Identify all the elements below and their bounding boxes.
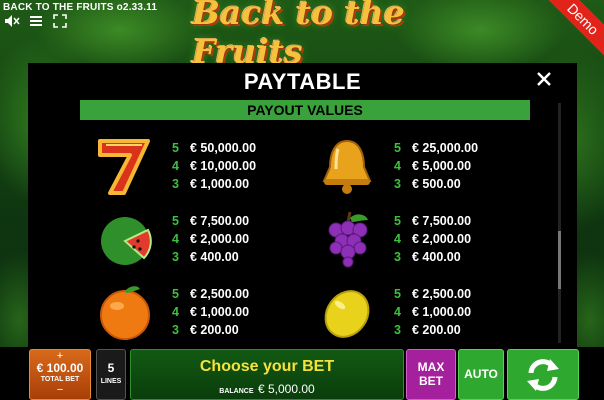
sound-muted-icon[interactable] xyxy=(4,14,20,28)
watermelon-icon xyxy=(101,217,152,265)
pay-row: 4 € 10,000.00 xyxy=(172,157,256,175)
max-bet-label: BET xyxy=(419,374,443,388)
bottom-control-bar: + € 100.00 TOTAL BET − 5 LINES Choose yo… xyxy=(0,347,604,400)
pay-row: 5 € 7,500.00 xyxy=(394,212,471,230)
game-title: BACK TO THE FRUITS xyxy=(3,2,114,13)
total-bet-value: € 100.00 xyxy=(36,361,84,375)
pay-value: € 1,000.00 xyxy=(190,177,250,191)
close-button[interactable] xyxy=(533,69,555,91)
pay-value: € 2,500.00 xyxy=(190,287,250,301)
pay-row: 3 € 200.00 xyxy=(172,321,249,339)
autoplay-button[interactable]: AUTO xyxy=(458,349,504,400)
pay-value: € 7,500.00 xyxy=(412,214,472,228)
pay-count: 3 xyxy=(172,177,179,191)
pay-value: € 50,000.00 xyxy=(190,141,257,155)
pay-count: 4 xyxy=(172,305,179,319)
pay-row: 4 € 2,000.00 xyxy=(172,230,249,248)
balance-value: € 5,000.00 xyxy=(257,382,315,396)
pay-entry-bell: 5 € 25,000.00 4 € 5,000.00 3 € 500.00 xyxy=(316,135,546,197)
pay-value: € 500.00 xyxy=(412,177,461,191)
balance-label: BALANCE xyxy=(219,388,254,395)
pay-row: 5 € 7,500.00 xyxy=(172,212,249,230)
lines-label: LINES xyxy=(100,378,122,385)
pay-count: 5 xyxy=(394,141,401,155)
pay-count: 4 xyxy=(394,159,401,173)
game-logo: Back to the Fruits xyxy=(192,0,416,71)
pay-value: € 200.00 xyxy=(190,323,239,337)
lines-control[interactable]: 5 LINES xyxy=(96,349,126,400)
pay-value: € 400.00 xyxy=(412,250,461,264)
pay-count: 5 xyxy=(172,141,179,155)
pay-row: 4 € 5,000.00 xyxy=(394,157,478,175)
pay-count: 3 xyxy=(394,250,401,264)
pay-row: 5 € 2,500.00 xyxy=(394,285,471,303)
pay-entry-seven: 5 € 50,000.00 4 € 10,000.00 3 € 1,000.00 xyxy=(94,135,324,197)
pay-count: 4 xyxy=(394,305,401,319)
game-version: o2.33.11 xyxy=(116,2,158,13)
close-icon xyxy=(537,72,551,86)
pay-row: 3 € 400.00 xyxy=(394,248,471,266)
pay-row: 4 € 1,000.00 xyxy=(394,303,471,321)
max-bet-button[interactable]: MAX BET xyxy=(406,349,456,400)
pay-value: € 200.00 xyxy=(412,323,461,337)
top-toolbar xyxy=(4,14,68,28)
pay-entry-grapes: 5 € 7,500.00 4 € 2,000.00 3 € 400.00 xyxy=(316,208,546,270)
menu-icon[interactable] xyxy=(28,14,44,28)
pay-entry-lemon: 5 € 2,500.00 4 € 1,000.00 3 € 200.00 xyxy=(316,281,546,343)
pay-row: 3 € 500.00 xyxy=(394,175,478,193)
pay-value: € 2,000.00 xyxy=(412,232,472,246)
pay-count: 5 xyxy=(172,287,179,301)
pay-count: 5 xyxy=(172,214,179,228)
logo-text: Back to the Fruits xyxy=(192,0,405,71)
scrollbar[interactable] xyxy=(558,103,561,343)
pay-row: 5 € 2,500.00 xyxy=(172,285,249,303)
pay-row: 5 € 25,000.00 xyxy=(394,139,478,157)
pay-count: 3 xyxy=(172,323,179,337)
pay-row: 4 € 2,000.00 xyxy=(394,230,471,248)
pay-count: 3 xyxy=(394,177,401,191)
spin-arrows-icon xyxy=(527,358,559,391)
pay-value: € 1,000.00 xyxy=(190,305,250,319)
lines-value: 5 xyxy=(107,361,115,375)
fullscreen-icon[interactable] xyxy=(52,14,68,28)
total-bet-control: + € 100.00 TOTAL BET − xyxy=(29,349,91,400)
pay-entry-orange: 5 € 2,500.00 4 € 1,000.00 3 € 200.00 xyxy=(94,281,324,343)
orange-icon xyxy=(100,286,150,340)
pay-value: € 25,000.00 xyxy=(412,141,479,155)
pay-count: 4 xyxy=(172,159,179,173)
spin-button[interactable] xyxy=(507,349,579,400)
pay-value: € 400.00 xyxy=(190,250,239,264)
seven-icon xyxy=(98,139,150,195)
pay-value: € 10,000.00 xyxy=(190,159,257,173)
pay-count: 3 xyxy=(172,250,179,264)
pay-row: 5 € 50,000.00 xyxy=(172,139,256,157)
scroll-thumb[interactable] xyxy=(558,231,561,289)
pay-row: 3 € 200.00 xyxy=(394,321,471,339)
pay-row: 3 € 1,000.00 xyxy=(172,175,256,193)
paytable-title: PAYTABLE xyxy=(243,69,362,94)
pay-value: € 1,000.00 xyxy=(412,305,472,319)
pay-value: € 2,000.00 xyxy=(190,232,250,246)
pay-count: 5 xyxy=(394,287,401,301)
pay-row: 3 € 400.00 xyxy=(172,248,249,266)
choose-bet-panel[interactable]: Choose your BET BALANCE € 5,000.00 xyxy=(130,349,404,400)
pay-count: 3 xyxy=(394,323,401,337)
max-bet-label: MAX xyxy=(417,360,445,374)
payout-values-header: PAYOUT VALUES xyxy=(80,100,530,120)
pay-count: 5 xyxy=(394,214,401,228)
game-title-bar: BACK TO THE FRUITS o2.33.11 xyxy=(3,2,157,13)
pay-row: 4 € 1,000.00 xyxy=(172,303,249,321)
grapes-icon xyxy=(328,211,368,268)
lemon-icon xyxy=(324,290,370,338)
paytable-panel: PAYTABLE PAYOUT VALUES 5 € 50,000.00 4 € 1… xyxy=(28,63,577,347)
pay-value: € 5,000.00 xyxy=(412,159,472,173)
pay-count: 4 xyxy=(394,232,401,246)
bell-icon xyxy=(322,139,372,194)
pay-entry-watermelon: 5 € 7,500.00 4 € 2,000.00 3 € 400.00 xyxy=(94,208,324,270)
pay-count: 4 xyxy=(172,232,179,246)
decrease-bet-button[interactable]: − xyxy=(30,385,90,396)
pay-value: € 7,500.00 xyxy=(190,214,250,228)
pay-value: € 2,500.00 xyxy=(412,287,472,301)
choose-bet-text: Choose your BET xyxy=(199,358,335,375)
